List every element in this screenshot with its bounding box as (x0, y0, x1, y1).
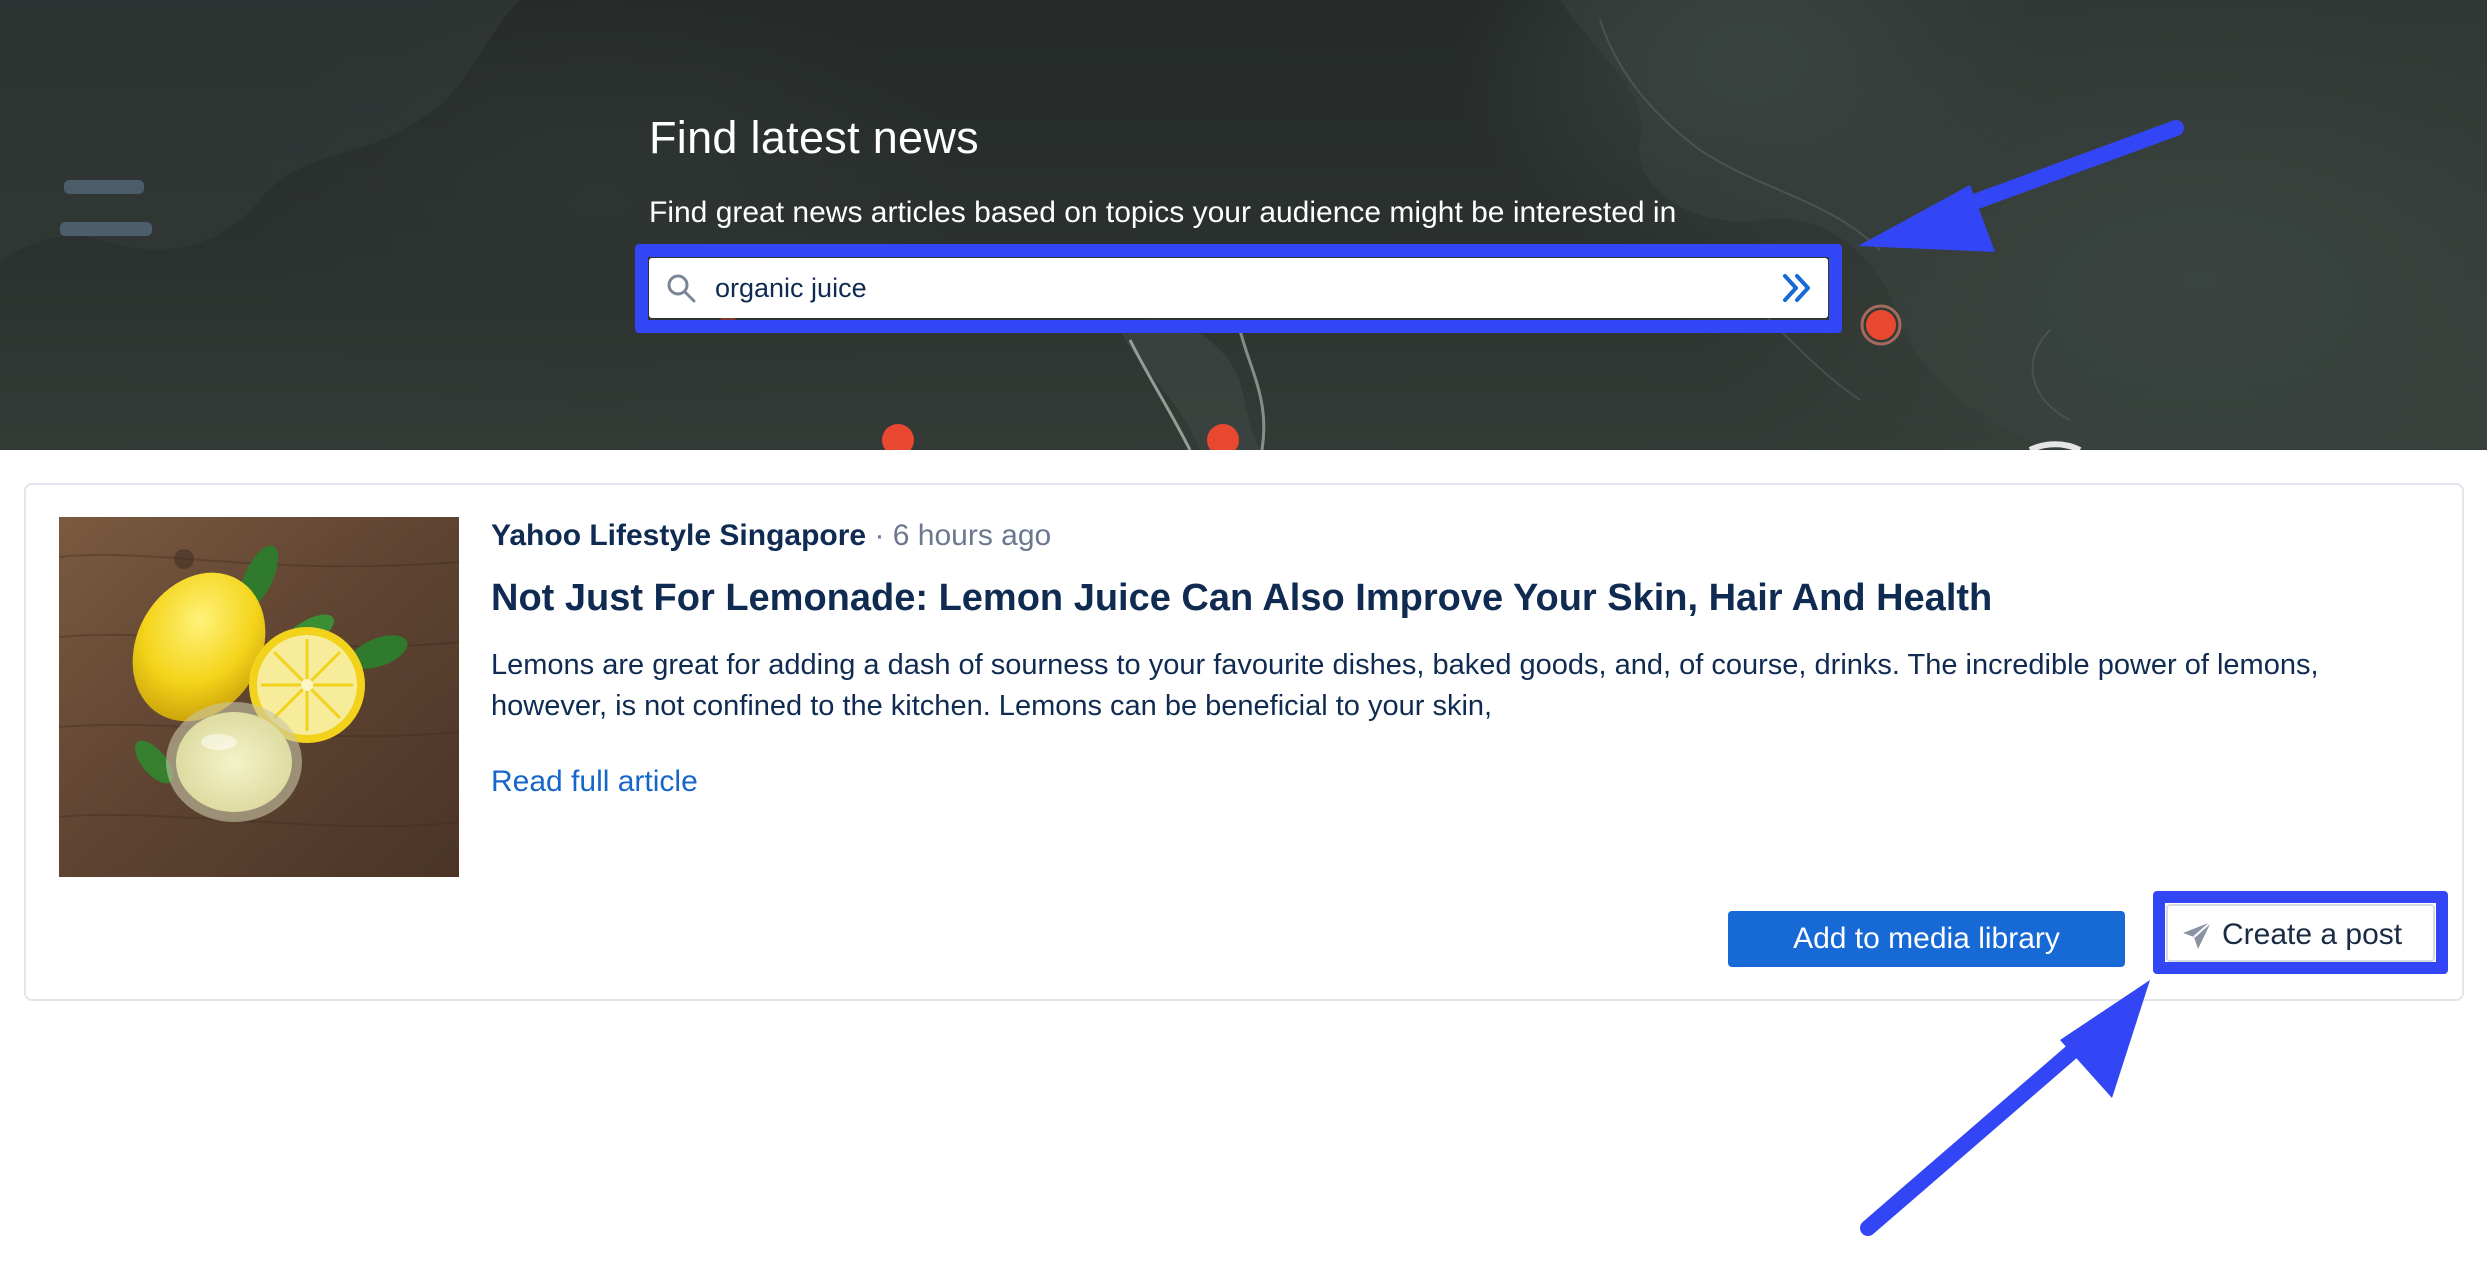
create-post-button[interactable]: Create a post (2166, 904, 2435, 962)
article-thumbnail[interactable] (59, 517, 459, 877)
meta-separator: · (874, 519, 885, 552)
article-excerpt: Lemons are great for adding a dash of so… (491, 649, 2319, 722)
search-icon (667, 274, 696, 303)
read-full-article-link[interactable]: Read full article (491, 765, 698, 799)
article-source: Yahoo Lifestyle Singapore (491, 519, 867, 552)
hero-banner: Find latest news Find great news article… (0, 0, 2487, 450)
article-time: 6 hours ago (892, 519, 1052, 552)
search-bar[interactable] (649, 258, 1828, 318)
search-input[interactable] (715, 266, 1735, 310)
double-chevron-right-icon[interactable] (1780, 270, 1816, 306)
hero-title: Find latest news (649, 112, 979, 163)
send-icon (2183, 921, 2212, 949)
add-to-media-library-button[interactable]: Add to media library (1728, 911, 2125, 967)
article-meta: Yahoo Lifestyle Singapore · 6 hours ago (491, 519, 1051, 553)
arrow-to-create-post-icon (1860, 980, 2150, 1236)
article-headline[interactable]: Not Just For Lemonade: Lemon Juice Can A… (491, 577, 1992, 620)
news-article-card: Yahoo Lifestyle Singapore · 6 hours ago … (24, 483, 2464, 1001)
lemons-image (59, 517, 459, 877)
create-post-label: Create a post (2222, 918, 2403, 951)
hero-subtitle: Find great news articles based on topics… (649, 196, 1677, 229)
